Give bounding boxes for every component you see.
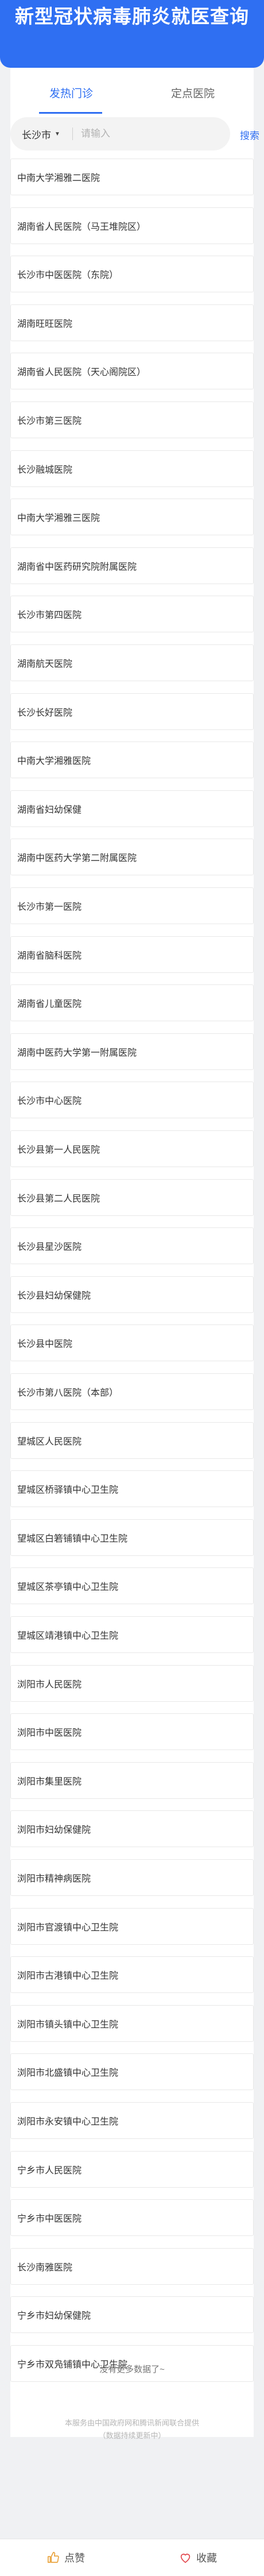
hospital-list-item[interactable]: 长沙融城医院 bbox=[10, 450, 254, 487]
hospital-list-item[interactable]: 浏阳市精神病医院 bbox=[10, 1859, 254, 1896]
search-button[interactable]: 搜索 bbox=[240, 128, 259, 142]
hospital-list-item[interactable]: 望城区白箬铺镇中心卫生院 bbox=[10, 1519, 254, 1556]
no-more-data-text: 没有更多数据了~ bbox=[99, 2365, 165, 2374]
tab-fever-clinic[interactable]: 发热门诊 bbox=[10, 68, 132, 117]
page-header: 新型冠状病毒肺炎就医查询 bbox=[0, 0, 264, 68]
hospital-list-item[interactable]: 浏阳市集里医院 bbox=[10, 1762, 254, 1799]
hospital-list-item[interactable]: 中南大学湘雅二医院 bbox=[10, 159, 254, 195]
hospital-list-item[interactable]: 望城区人民医院 bbox=[10, 1422, 254, 1459]
like-label: 点赞 bbox=[64, 2552, 85, 2564]
tab-designated-hospital[interactable]: 定点医院 bbox=[132, 68, 254, 117]
hospital-list-item[interactable]: 湖南省脑科医院 bbox=[10, 936, 254, 973]
hospital-list-item[interactable]: 宁乡市人民医院 bbox=[10, 2151, 254, 2188]
hospital-list-item[interactable]: 湖南省人民医院（天心阁院区） bbox=[10, 353, 254, 389]
content-panel: 发热门诊 定点医院 长沙市 ▼ 搜索 中南大学湘雅二医院湖南省人民医院（马王堆院… bbox=[10, 68, 259, 2440]
city-selector-label: 长沙市 bbox=[22, 129, 51, 141]
hospital-list-item[interactable]: 长沙县第二人民医院 bbox=[10, 1179, 254, 1216]
hospital-list-item[interactable]: 浏阳市北盛镇中心卫生院 bbox=[10, 2053, 254, 2090]
favorite-label: 收藏 bbox=[196, 2552, 217, 2564]
hospital-list-item[interactable]: 湖南省儿童医院 bbox=[10, 984, 254, 1021]
thumbs-up-icon bbox=[48, 2552, 59, 2563]
hospital-list-item[interactable]: 湖南中医药大学第二附属医院 bbox=[10, 839, 254, 875]
hospital-list-item[interactable]: 长沙县中医院 bbox=[10, 1324, 254, 1361]
search-box: 长沙市 ▼ bbox=[10, 117, 230, 150]
hospital-list-item[interactable]: 宁乡市中医医院 bbox=[10, 2199, 254, 2236]
hospital-list-item[interactable]: 湖南省妇幼保健 bbox=[10, 790, 254, 827]
hospital-list-item[interactable]: 中南大学湘雅医院 bbox=[10, 741, 254, 778]
hospital-list-item[interactable]: 宁乡市妇幼保健院 bbox=[10, 2296, 254, 2333]
search-divider bbox=[72, 128, 73, 140]
hospital-list-item[interactable]: 湖南旺旺医院 bbox=[10, 304, 254, 341]
hospital-list-item[interactable]: 望城区靖港镇中心卫生院 bbox=[10, 1616, 254, 1653]
hospital-list-item[interactable]: 浏阳市妇幼保健院 bbox=[10, 1810, 254, 1847]
tab-bar: 发热门诊 定点医院 bbox=[10, 68, 254, 117]
bottom-bar: 点赞 收藏 bbox=[0, 2539, 264, 2576]
caret-down-icon: ▼ bbox=[55, 130, 60, 137]
hospital-list-item[interactable]: 浏阳市中医医院 bbox=[10, 1713, 254, 1750]
hospital-list-item[interactable]: 湖南省中医药研究院附属医院 bbox=[10, 547, 254, 584]
search-row: 长沙市 ▼ 搜索 bbox=[10, 117, 259, 159]
hospital-list-item[interactable]: 长沙市第三医院 bbox=[10, 401, 254, 438]
hospital-list-item[interactable]: 湖南省人民医院（马王堆院区） bbox=[10, 207, 254, 244]
hospital-list-item[interactable]: 长沙县妇幼保健院 bbox=[10, 1276, 254, 1313]
hospital-list-item[interactable]: 长沙市第一医院 bbox=[10, 887, 254, 924]
hospital-list-item[interactable]: 长沙市第八医院（本部） bbox=[10, 1373, 254, 1410]
search-input[interactable] bbox=[81, 128, 207, 140]
hospital-list-item[interactable]: 长沙市第四医院 bbox=[10, 596, 254, 632]
hospital-list-item[interactable]: 长沙县星沙医院 bbox=[10, 1227, 254, 1264]
favorite-button[interactable]: 收藏 bbox=[132, 2539, 264, 2576]
hospital-list-item[interactable]: 长沙市中心医院 bbox=[10, 1082, 254, 1118]
city-selector[interactable]: 长沙市 ▼ bbox=[22, 127, 72, 141]
hospital-list-item[interactable]: 浏阳市古港镇中心卫生院 bbox=[10, 1956, 254, 1993]
page-title: 新型冠状病毒肺炎就医查询 bbox=[15, 6, 249, 27]
hospital-list-item[interactable]: 浏阳市官渡镇中心卫生院 bbox=[10, 1908, 254, 1945]
footer-note-line1: 本服务由中国政府网和腾讯新闻联合提供 bbox=[64, 2419, 199, 2427]
hospital-list-item[interactable]: 浏阳市镇头镇中心卫生院 bbox=[10, 2005, 254, 2042]
footer-note-line2: （数据持续更新中） bbox=[98, 2431, 166, 2440]
hospital-list-item[interactable]: 长沙市中医医院（东院） bbox=[10, 256, 254, 292]
hospital-list-item[interactable]: 长沙县第一人民医院 bbox=[10, 1130, 254, 1167]
hospital-list-item[interactable]: 长沙南雅医院 bbox=[10, 2248, 254, 2285]
hospital-list-item[interactable]: 长沙长好医院 bbox=[10, 693, 254, 730]
hospital-list-item[interactable]: 浏阳市人民医院 bbox=[10, 1665, 254, 1702]
heart-icon bbox=[180, 2554, 191, 2563]
hospital-list-item[interactable]: 湖南中医药大学第一附属医院 bbox=[10, 1033, 254, 1070]
hospital-list-item[interactable]: 湖南航天医院 bbox=[10, 644, 254, 681]
active-tab-indicator bbox=[39, 112, 102, 114]
footer-note: 本服务由中国政府网和腾讯新闻联合提供 （数据持续更新中） bbox=[10, 2417, 254, 2442]
hospital-list-item[interactable]: 望城区桥驿镇中心卫生院 bbox=[10, 1470, 254, 1507]
hospital-list-item[interactable]: 浏阳市永安镇中心卫生院 bbox=[10, 2102, 254, 2139]
hospital-list-item[interactable]: 望城区茶亭镇中心卫生院 bbox=[10, 1567, 254, 1604]
like-button[interactable]: 点赞 bbox=[0, 2539, 132, 2576]
hospital-list-item[interactable]: 中南大学湘雅三医院 bbox=[10, 499, 254, 535]
